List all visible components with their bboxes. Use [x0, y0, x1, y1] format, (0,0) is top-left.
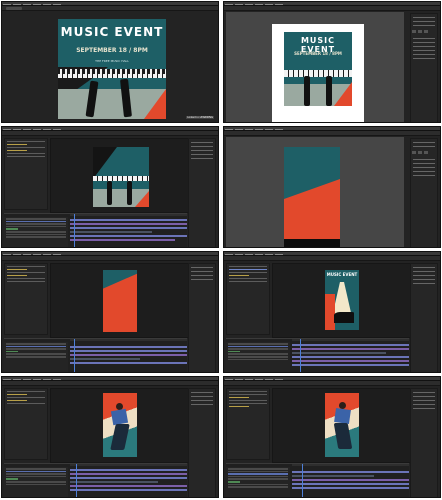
layer-list[interactable]: [4, 217, 68, 247]
current-time-indicator[interactable]: [76, 464, 77, 497]
panel-ae-orange: [1, 251, 219, 373]
tall-background-shape: [284, 147, 340, 247]
effects-panel[interactable]: [188, 263, 216, 372]
artboard-area: MUSIC EVENT SEPTEMBER 18 / 8PM: [226, 12, 404, 122]
poster-date: SEPTEMBER 18 / 8PM: [76, 47, 148, 54]
project-panel[interactable]: [226, 388, 270, 460]
piano-poster: MUSIC EVENT: [325, 270, 359, 330]
timeline-tracks[interactable]: [292, 339, 409, 372]
toolbar[interactable]: [2, 381, 218, 386]
layers-panel[interactable]: [410, 13, 438, 122]
layers-panel[interactable]: [410, 138, 438, 247]
artboard: MUSIC EVENT SEPTEMBER 18 / 8PM: [272, 24, 364, 122]
left-hand: [304, 76, 310, 106]
figure-shirt: [110, 408, 129, 426]
effects-panel[interactable]: [410, 263, 438, 372]
composition-viewer[interactable]: [50, 263, 190, 338]
guitarist-poster: [325, 393, 359, 457]
teal-corner: [103, 270, 137, 289]
black-base: [284, 239, 340, 247]
panel-illustrator: MUSIC EVENT SEPTEMBER 18 / 8PM: [223, 1, 441, 123]
left-hand: [107, 181, 112, 205]
timeline-tracks[interactable]: [70, 464, 187, 497]
current-time-indicator[interactable]: [300, 339, 301, 372]
poster-title: MUSIC EVENT: [326, 271, 358, 277]
toolbar[interactable]: [224, 256, 440, 261]
poster-title: MUSIC EVENT: [60, 25, 164, 39]
panel-ae-figure-alt: [223, 376, 441, 498]
panel-ae-figure: [1, 376, 219, 498]
piano-silhouette: [333, 312, 354, 323]
timeline-panel[interactable]: [226, 463, 409, 497]
timeline-panel[interactable]: [4, 338, 187, 372]
composition-viewer[interactable]: [50, 138, 190, 213]
current-time-indicator[interactable]: [302, 464, 303, 497]
poster-dark-corner: [93, 147, 117, 179]
layer-list[interactable]: [226, 342, 290, 372]
music-poster: [93, 147, 149, 207]
toolbar[interactable]: [224, 6, 440, 11]
project-panel[interactable]: [226, 263, 270, 335]
right-hand: [127, 181, 132, 205]
effects-panel[interactable]: [188, 388, 216, 497]
layer-list[interactable]: [4, 342, 68, 372]
music-poster: MUSIC EVENT SEPTEMBER 18 / 8PM: [284, 32, 352, 106]
watermark: Linked in LEARNING: [186, 116, 214, 119]
layer-list[interactable]: [226, 467, 290, 497]
figure-shirt: [334, 408, 351, 424]
piano-black-keys: [58, 69, 166, 74]
current-time-indicator[interactable]: [74, 339, 75, 372]
composition-viewer[interactable]: MUSIC EVENT: [272, 263, 412, 338]
artboard-area: [226, 137, 404, 247]
project-panel[interactable]: [4, 138, 48, 210]
red-panel: [325, 294, 336, 330]
toolbar[interactable]: [224, 131, 440, 136]
timeline-tracks[interactable]: [70, 214, 187, 247]
poster-red-triangle: [135, 191, 149, 207]
right-hand: [326, 76, 332, 106]
toolbar[interactable]: [2, 6, 218, 11]
orange-rectangle: [103, 270, 137, 332]
layer-list[interactable]: [4, 467, 68, 497]
piano-keys: [93, 175, 149, 182]
piano-keys: [284, 70, 352, 78]
toolbar[interactable]: [2, 256, 218, 261]
screenshot-grid: MUSIC EVENT SEPTEMBER 18 / 8PM THE FREE …: [0, 0, 442, 500]
current-time-indicator[interactable]: [74, 214, 75, 247]
music-poster: MUSIC EVENT SEPTEMBER 18 / 8PM THE FREE …: [58, 19, 166, 119]
poster-date: SEPTEMBER 18 / 8PM: [294, 51, 342, 57]
panel-ae-piano: MUSIC EVENT: [223, 251, 441, 373]
effects-panel[interactable]: [410, 388, 438, 497]
poster-red-triangle: [334, 82, 352, 106]
panel-illustrator-tall: [223, 126, 441, 248]
timeline-tracks[interactable]: [70, 339, 187, 372]
composition-viewer[interactable]: [272, 388, 412, 463]
timeline-panel[interactable]: [226, 338, 409, 372]
timeline-panel[interactable]: [4, 213, 187, 247]
toolbar[interactable]: [224, 381, 440, 386]
toolbar[interactable]: [2, 131, 218, 136]
project-panel[interactable]: [4, 263, 48, 335]
poster-venue: THE FREE MUSIC HALL: [95, 59, 129, 63]
composition-viewer[interactable]: [50, 388, 190, 463]
poster-red-triangle: [144, 89, 166, 119]
timeline-tracks[interactable]: [292, 464, 409, 497]
effects-panel[interactable]: [188, 138, 216, 247]
panel-ae-poster-full: MUSIC EVENT SEPTEMBER 18 / 8PM THE FREE …: [1, 1, 219, 123]
guitarist-poster: [103, 393, 137, 457]
project-panel[interactable]: [4, 388, 48, 460]
orange-shape: [284, 179, 340, 247]
timeline-panel[interactable]: [4, 463, 187, 497]
panel-ae-poster-crop: [1, 126, 219, 248]
